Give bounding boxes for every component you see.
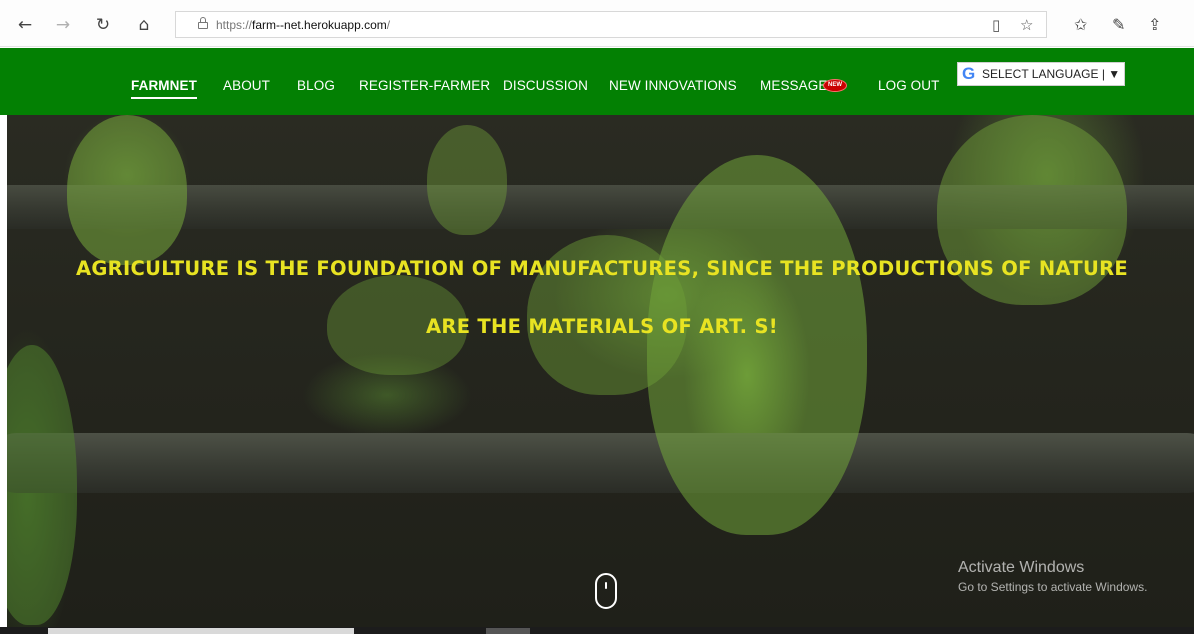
notes-icon[interactable]: ✎ bbox=[1112, 14, 1125, 36]
nav-brand-farmnet[interactable]: FARMNET bbox=[131, 78, 197, 99]
nav-item-discussion[interactable]: DISCUSSION bbox=[503, 78, 588, 93]
hero-leaf bbox=[427, 125, 507, 235]
language-select[interactable]: G SELECT LANGUAGE | ▼ bbox=[957, 62, 1125, 86]
scroll-down-mouse-icon[interactable] bbox=[595, 573, 617, 609]
refresh-icon[interactable]: ↻ bbox=[92, 14, 114, 36]
google-logo-icon: G bbox=[962, 64, 976, 83]
language-select-label: SELECT LANGUAGE | ▼ bbox=[982, 67, 1121, 81]
hero-pipe-front bbox=[7, 433, 1194, 493]
taskbar-item[interactable] bbox=[486, 628, 530, 634]
site-navbar: FARMNET ABOUT BLOG REGISTER-FARMER DISCU… bbox=[0, 48, 1194, 115]
nav-item-logout[interactable]: LOG OUT bbox=[878, 78, 939, 93]
back-icon[interactable]: ← bbox=[14, 14, 36, 36]
share-icon[interactable]: ⇪ bbox=[1148, 14, 1161, 36]
forward-icon[interactable]: → bbox=[52, 14, 74, 36]
nav-item-new-innovations[interactable]: NEW INNOVATIONS bbox=[609, 78, 737, 93]
lock-icon bbox=[198, 17, 208, 29]
new-badge: NEW bbox=[823, 79, 847, 92]
reading-view-icon[interactable]: ▯ bbox=[992, 15, 1000, 35]
browser-toolbar: ← → ↻ ⌂ https://farm--net.herokuapp.com/… bbox=[0, 0, 1194, 47]
activate-windows-subtitle: Go to Settings to activate Windows. bbox=[958, 580, 1148, 594]
favorites-list-icon[interactable]: ✩ bbox=[1074, 14, 1087, 36]
url-text: https://farm--net.herokuapp.com/ bbox=[216, 18, 391, 32]
nav-item-register-farmer[interactable]: REGISTER-FARMER bbox=[359, 78, 490, 93]
activate-windows-title: Activate Windows bbox=[958, 559, 1085, 576]
address-bar[interactable]: https://farm--net.herokuapp.com/ ▯ ☆ bbox=[175, 11, 1047, 38]
home-icon[interactable]: ⌂ bbox=[133, 14, 155, 36]
favorite-star-icon[interactable]: ☆ bbox=[1020, 15, 1033, 35]
activate-windows-watermark: Activate Windows Go to Settings to activ… bbox=[958, 559, 1147, 594]
hero-banner: AGRICULTURE IS THE FOUNDATION OF MANUFAC… bbox=[7, 115, 1194, 627]
nav-item-message[interactable]: MESSAGE bbox=[760, 78, 827, 93]
hero-quote: AGRICULTURE IS THE FOUNDATION OF MANUFAC… bbox=[75, 257, 1129, 338]
nav-item-blog[interactable]: BLOG bbox=[297, 78, 335, 93]
taskbar bbox=[0, 627, 1194, 634]
nav-item-about[interactable]: ABOUT bbox=[223, 78, 270, 93]
taskbar-item[interactable] bbox=[48, 628, 354, 634]
hero-leaf bbox=[7, 345, 77, 625]
